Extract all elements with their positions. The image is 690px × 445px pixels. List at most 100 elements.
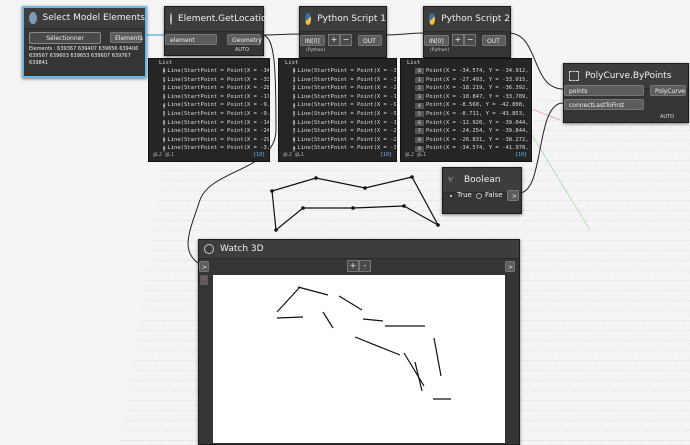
preview-row: 0 Line(StartPoint = Point(X = -34 xyxy=(279,67,396,76)
row-index: 9 xyxy=(293,145,296,152)
row-index: 2 xyxy=(415,85,424,92)
node-subtitle: (Python) xyxy=(430,48,450,53)
false-label: False xyxy=(485,191,503,199)
python-script-2-preview[interactable]: List 0 Point(X = -34.574, Y = -34.912, 1 Po… xyxy=(400,58,532,162)
preview-row: 4 Line(StartPoint = Point(X = -9.5 xyxy=(149,101,269,110)
polycurve-bypoints-node[interactable]: PolyCurve.ByPoints points connectLastToF… xyxy=(563,63,689,123)
row-index: 7 xyxy=(293,128,296,135)
input-port-connectlasttofirst[interactable]: connectLastToFirst xyxy=(564,99,644,110)
python-script-2-node[interactable]: Python Script 2 IN[0] + − OUT (Python) xyxy=(423,6,511,58)
row-value: Line(StartPoint = Point(X = -34 xyxy=(297,68,397,74)
preview-count: {10} xyxy=(252,152,265,158)
row-value: Line(StartPoint = Point(X = -9.5 xyxy=(297,102,397,109)
row-value: Line(StartPoint = Point(X = -29 xyxy=(297,136,397,143)
false-radio[interactable] xyxy=(476,193,482,199)
select-model-elements-node[interactable]: Select Model Elements Sélectionner Eleme… xyxy=(22,6,147,78)
input-port-element[interactable]: element xyxy=(165,34,217,45)
output-port-bool[interactable]: > xyxy=(507,190,519,201)
add-input-button[interactable]: + xyxy=(328,34,340,46)
row-index: 0 xyxy=(415,68,424,75)
lacing-label[interactable]: AUTO xyxy=(235,47,249,53)
preview-row: 8 Line(StartPoint = Point(X = -29 xyxy=(279,136,396,145)
getlocation-preview[interactable]: List 0 Line(StartPoint = Point(X = -34 1 Li… xyxy=(148,58,270,162)
output-port-geometry[interactable]: Geometry xyxy=(227,34,262,45)
preview-row: 3 Point(X = -10.847, Y = -33.709, xyxy=(401,93,531,102)
preview-row: 5 Point(X = -8.711, Y = -43.853, xyxy=(401,110,531,119)
polycurve-icon xyxy=(569,71,579,81)
row-index: 5 xyxy=(293,111,296,118)
row-value: Point(X = -34.574, Y = -34.912, xyxy=(426,68,529,74)
true-label: True xyxy=(457,191,472,199)
element-getlocation-node[interactable]: Element.GetLocation element Geometry AUT… xyxy=(164,6,272,56)
remove-input-button[interactable]: − xyxy=(464,34,476,46)
preview-level: @L2 @L1 xyxy=(153,152,175,158)
row-index: 6 xyxy=(415,119,424,126)
location-icon xyxy=(170,13,172,25)
preview-row: 3 Line(StartPoint = Point(X = -17 xyxy=(279,93,396,102)
row-index: 0 xyxy=(163,68,166,75)
row-index: 6 xyxy=(163,119,166,126)
row-value: Line(StartPoint = Point(X = -17 xyxy=(297,93,397,100)
row-value: Point(X = -24.254, Y = -39.844, xyxy=(426,128,529,135)
input-port-points[interactable]: points xyxy=(564,85,644,96)
input-port-watch[interactable]: > xyxy=(199,261,209,272)
python-script-1-node[interactable]: Python Script 1 IN[0] + − OUT (Python) xyxy=(299,6,387,58)
port-indicator: > xyxy=(200,275,208,285)
output-port-out[interactable]: OUT xyxy=(482,35,506,46)
row-value: Line(StartPoint = Point(X = -24 xyxy=(297,128,397,135)
preview-row: 8 Line(StartPoint = Point(X = -29 xyxy=(149,136,269,145)
preview-row: 4 Line(StartPoint = Point(X = -9.5 xyxy=(279,101,396,110)
node-title: PolyCurve.ByPoints xyxy=(585,71,672,81)
preview-row: 2 Line(StartPoint = Point(X = -28 xyxy=(279,84,396,93)
lacing-label[interactable]: AUTO xyxy=(660,114,674,120)
row-value: Line(StartPoint = Point(X = -9.5 xyxy=(297,110,397,117)
remove-input-button[interactable]: − xyxy=(340,34,352,46)
viewport-lines xyxy=(276,286,451,400)
row-index: 7 xyxy=(163,128,166,135)
preview-row: 7 Line(StartPoint = Point(X = -24 xyxy=(279,127,396,136)
output-port-elements[interactable]: Elements xyxy=(110,32,143,43)
row-index: 5 xyxy=(163,111,166,118)
preview-level: @L2 @L1 xyxy=(283,152,305,158)
preview-row: 1 Line(StartPoint = Point(X = -33 xyxy=(279,76,396,85)
zoom-in-button[interactable]: + xyxy=(347,260,359,272)
preview-header: List xyxy=(407,60,421,66)
true-radio[interactable] xyxy=(448,193,454,199)
row-value: Line(StartPoint = Point(X = -29 xyxy=(167,136,270,143)
row-index: 1 xyxy=(163,76,166,83)
row-value: Line(StartPoint = Point(X = -34 xyxy=(167,68,270,74)
zoom-out-button[interactable]: - xyxy=(359,260,371,272)
preview-row: 6 Line(StartPoint = Point(X = -14 xyxy=(149,119,269,128)
preview-row: 7 Point(X = -24.254, Y = -39.844, xyxy=(401,127,531,136)
select-button[interactable]: Sélectionner xyxy=(29,32,101,44)
preview-row: 5 Line(StartPoint = Point(X = -9.5 xyxy=(149,110,269,119)
output-port-out[interactable]: OUT xyxy=(358,35,382,46)
output-port-polycurve[interactable]: PolyCurve xyxy=(650,85,686,96)
row-index: 3 xyxy=(163,94,166,101)
python-script-1-preview[interactable]: List 0 Line(StartPoint = Point(X = -34 1 Li… xyxy=(278,58,397,162)
row-index: 3 xyxy=(415,94,424,101)
boolean-node[interactable]: ⅟ Boolean True False > xyxy=(442,167,522,214)
row-value: Line(StartPoint = Point(X = -14 xyxy=(167,119,270,126)
row-index: 1 xyxy=(415,76,424,83)
row-index: 4 xyxy=(163,102,166,109)
input-port-in0[interactable]: IN[0] xyxy=(300,35,325,46)
preview-row: 3 Line(StartPoint = Point(X = -17 xyxy=(149,93,269,102)
row-index: 8 xyxy=(415,137,424,144)
watch-3d-node[interactable]: Watch 3D + - > > > xyxy=(198,239,520,445)
input-port-in0[interactable]: IN[0] xyxy=(424,35,449,46)
row-value: Point(X = -26.831, Y = -38.272, xyxy=(426,136,529,143)
preview-row: 2 Point(X = -18.219, Y = -36.392, xyxy=(401,84,531,93)
node-title: Watch 3D xyxy=(220,244,264,254)
python-icon xyxy=(305,13,312,25)
row-value: Point(X = -8.560, Y = -42.808, xyxy=(426,102,526,109)
preview-header: List xyxy=(159,60,173,66)
output-port-watch[interactable]: > xyxy=(505,261,515,272)
preview-row: 1 Point(X = -27.493, Y = -33.015, xyxy=(401,76,531,85)
node-subtitle: (Python) xyxy=(306,48,326,53)
3d-viewport[interactable] xyxy=(213,275,505,443)
node-title: Python Script 1 xyxy=(317,14,386,24)
row-value: Point(X = -12.920, Y = -39.044, xyxy=(426,119,529,126)
add-input-button[interactable]: + xyxy=(452,34,464,46)
row-value: Line(StartPoint = Point(X = -14 xyxy=(297,119,397,126)
